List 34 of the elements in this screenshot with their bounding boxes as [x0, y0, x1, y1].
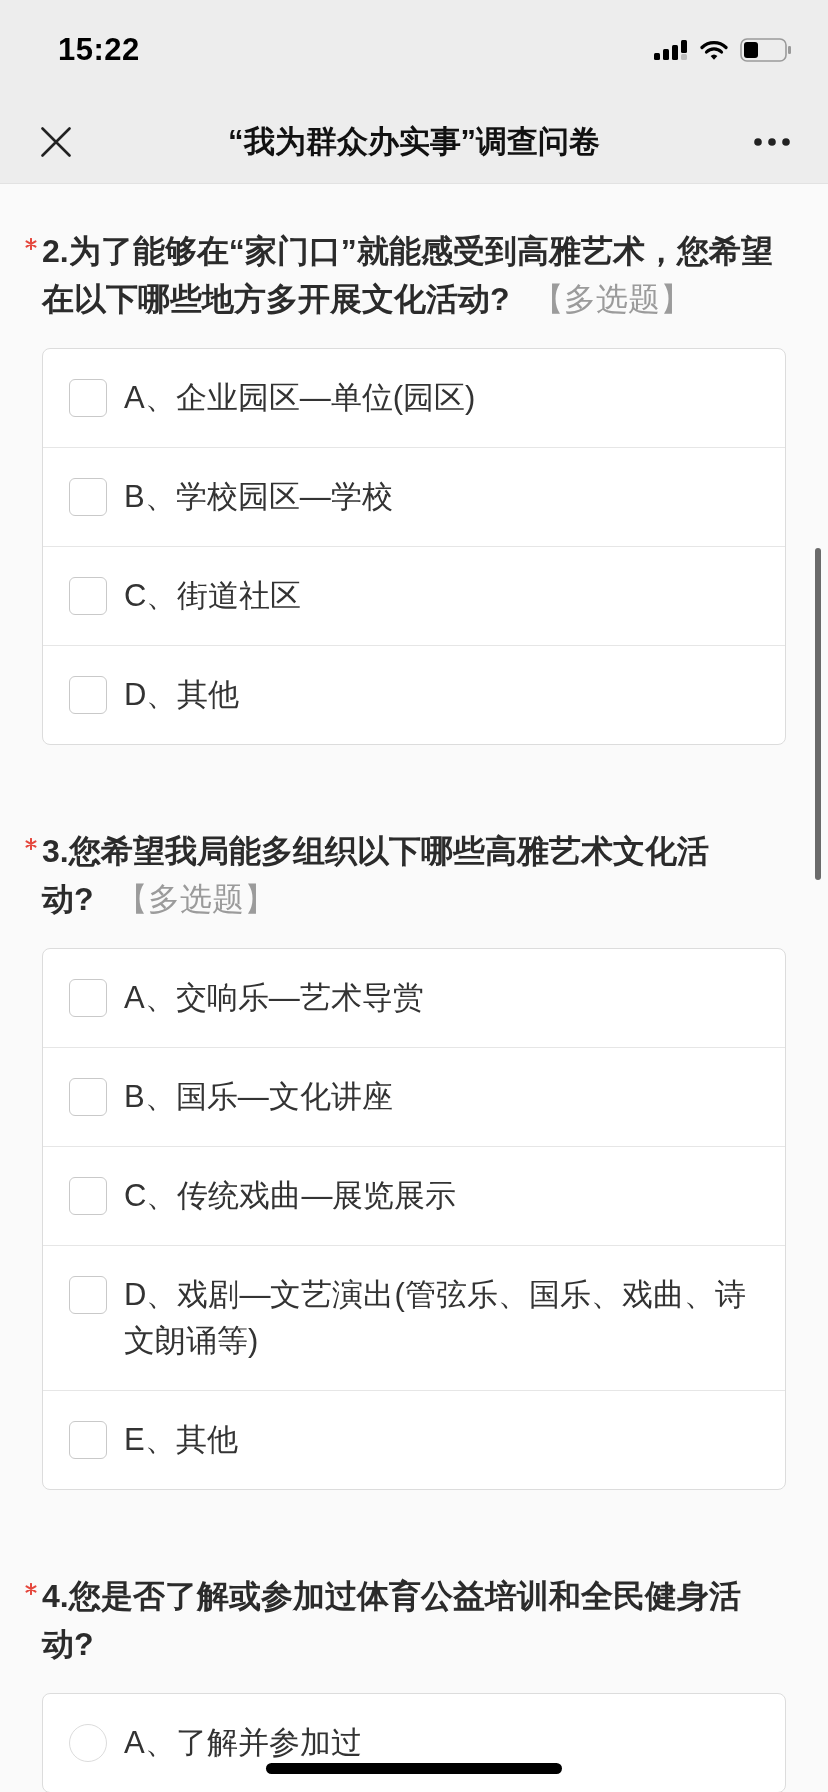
checkbox[interactable]: [69, 1078, 107, 1116]
checkbox[interactable]: [69, 979, 107, 1017]
home-indicator[interactable]: [266, 1763, 562, 1774]
option-label: D、戏剧—文艺演出(管弦乐、国乐、戏曲、诗文朗诵等): [124, 1276, 747, 1360]
checkbox[interactable]: [69, 1177, 107, 1215]
option-label: A、了解并参加过: [124, 1724, 362, 1762]
checkbox[interactable]: [69, 577, 107, 615]
wifi-icon: [700, 39, 728, 61]
page-title: “我为群众办实事”调查问卷: [228, 122, 600, 161]
option-label: A、交响乐—艺术导赏: [124, 979, 424, 1017]
scrollbar[interactable]: [815, 548, 821, 880]
checkbox[interactable]: [69, 1276, 107, 1314]
close-icon: [41, 126, 71, 157]
checkbox[interactable]: [69, 1421, 107, 1459]
option-label: D、其他: [124, 676, 240, 714]
option-label: B、国乐—文化讲座: [124, 1078, 393, 1116]
clock-time: 15:22: [58, 32, 140, 68]
more-icon: [754, 137, 790, 146]
option-label: C、传统戏曲—展览展示: [124, 1177, 457, 1215]
option-label: E、其他: [124, 1421, 238, 1459]
question-title: 4.您是否了解或参加过体育公益培训和全民健身活动?: [42, 1577, 742, 1664]
battery-icon: [740, 38, 792, 62]
checkbox[interactable]: [69, 379, 107, 417]
question-title: 3.您希望我局能多组织以下哪些高雅艺术文化活动? 【多选题】: [42, 832, 710, 919]
more-button[interactable]: [754, 137, 790, 146]
checkbox[interactable]: [69, 676, 107, 714]
option-label: C、街道社区: [124, 577, 302, 615]
option-label: A、企业园区—单位(园区): [124, 379, 476, 417]
checkbox[interactable]: [69, 478, 107, 516]
option-label: B、学校园区—学校: [124, 478, 393, 516]
signal-icon: [654, 40, 688, 60]
question-title: 2.为了能够在“家门口”就能感受到高雅艺术，您希望在以下哪些地方多开展文化活动? 【多选题】: [42, 232, 774, 319]
radio-button[interactable]: [69, 1724, 107, 1762]
close-button[interactable]: [41, 126, 71, 157]
